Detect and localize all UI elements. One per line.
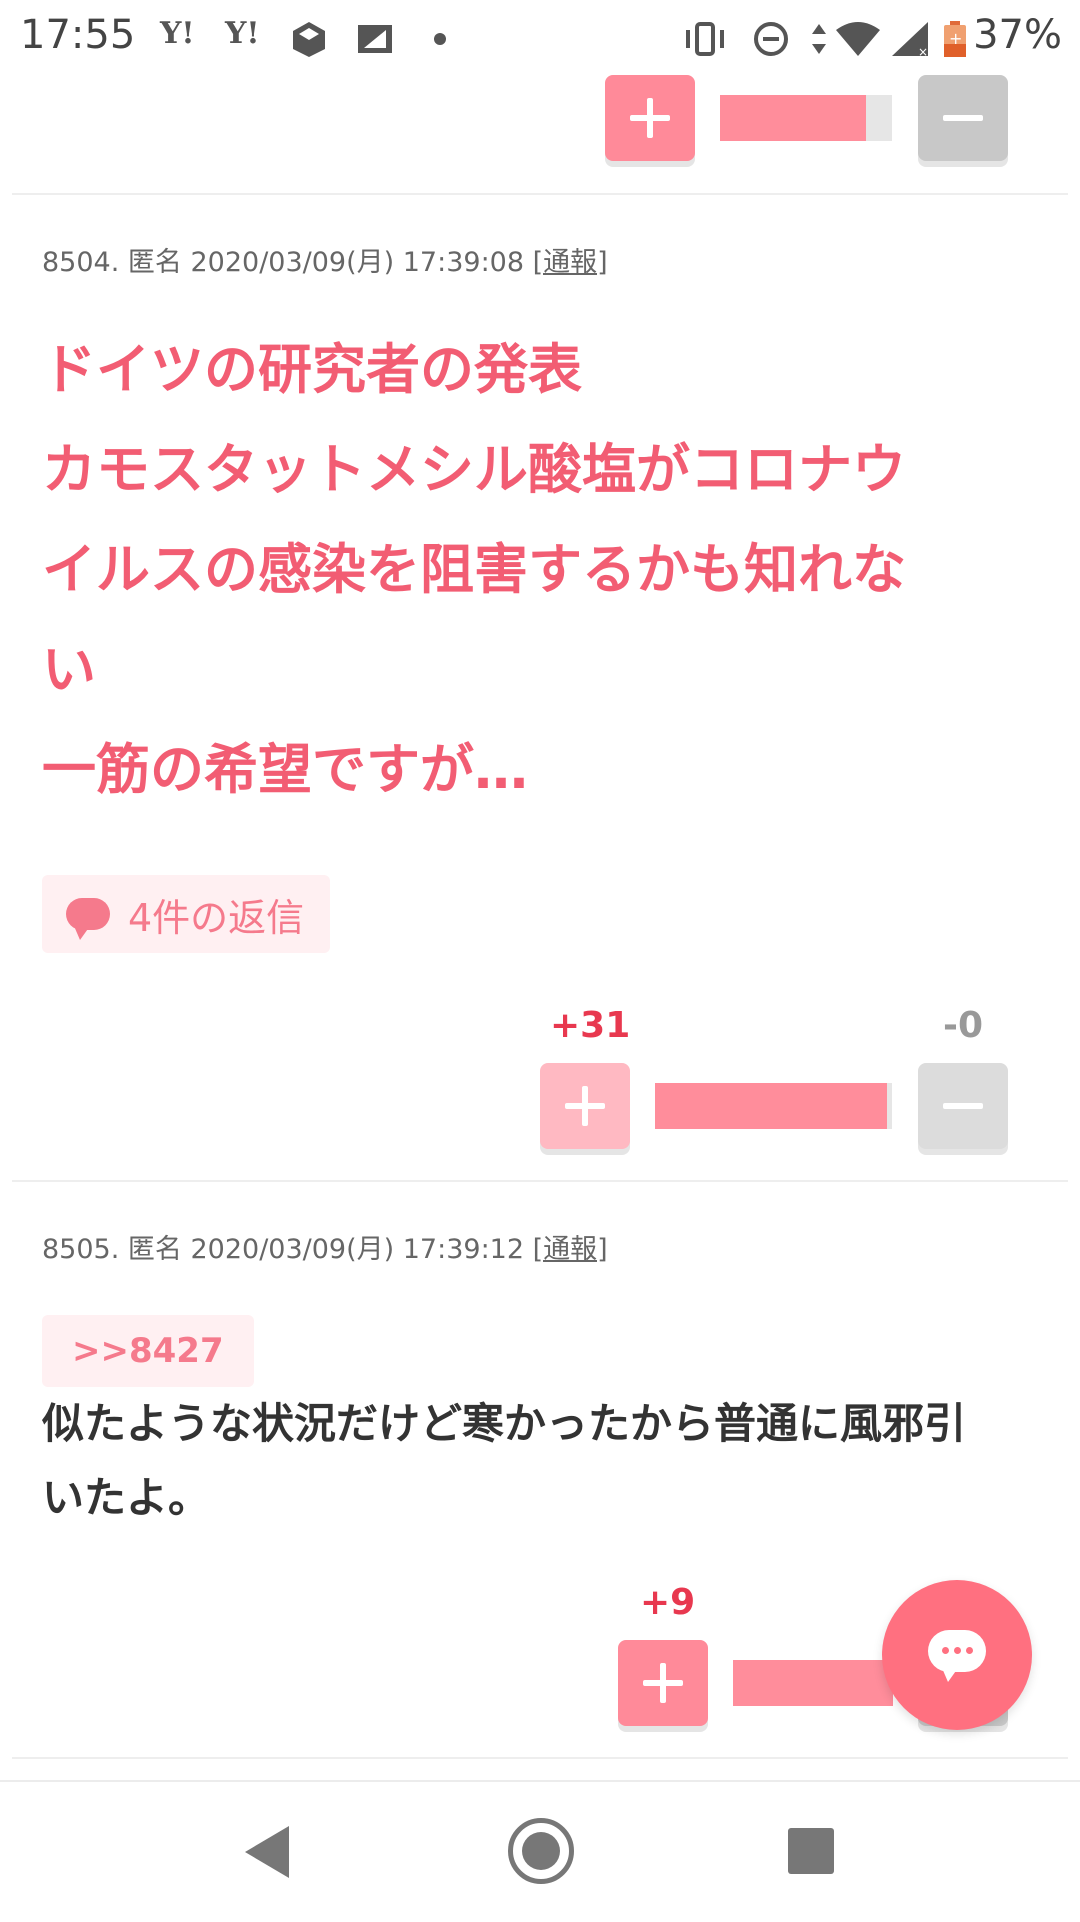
post-divider [12,1180,1068,1182]
report-link[interactable]: [通報] [533,1234,608,1265]
post-body: 似たような状況だけど寒かったから普通に風邪引 いたよ。 [42,1399,967,1522]
post-comment-fab[interactable] [882,1580,1032,1730]
minus-icon [943,115,983,121]
plus-vote-button[interactable] [540,1063,630,1149]
status-bar: 17:55 Y! Y! × + 37% [0,0,1080,75]
replies-button[interactable]: 4件の返信 [42,875,331,953]
post-divider [12,1757,1068,1759]
plus-vote-count: +31 [550,1005,631,1046]
post-meta: 8505. 匿名 2020/03/09(月) 17:39:12 [通報] [42,1227,608,1266]
cellular-signal-icon: × [892,22,928,58]
battery-icon: + [944,21,966,57]
wifi-icon [836,22,880,56]
minus-vote-button[interactable] [918,75,1008,161]
image-notification-icon [358,25,392,53]
vote-ratio-fill [720,95,867,141]
chat-dot [942,1647,949,1654]
vote-ratio-fill [733,1660,893,1706]
svg-text:+: + [949,29,962,48]
plus-icon-vertical [660,1663,666,1703]
plus-icon-vertical [647,98,653,138]
vote-ratio-bar [733,1660,893,1706]
home-icon[interactable] [508,1818,574,1884]
yahoo-notification-icon: Y! [160,16,195,51]
report-link[interactable]: [通報] [533,247,608,278]
replies-label: 4件の返信 [128,895,305,940]
post-datetime: 2020/03/09(月) 17:39:12 [190,1234,525,1265]
status-time: 17:55 [20,12,136,58]
post-datetime: 2020/03/09(月) 17:39:08 [190,247,525,278]
vote-ratio-fill [655,1083,888,1129]
post-divider [12,193,1068,195]
svg-text:×: × [918,45,928,58]
vote-ratio-bar [720,95,892,141]
minus-icon [943,1103,983,1109]
reply-anchor-link[interactable]: >>8427 [42,1315,254,1387]
comment-bubble-icon [66,898,110,940]
vote-ratio-bar [655,1083,892,1129]
plus-vote-count: +9 [640,1582,696,1623]
comment-list[interactable]: 8504. 匿名 2020/03/09(月) 17:39:08 [通報] ドイツ… [0,75,1080,1775]
recents-icon[interactable] [788,1828,834,1874]
post-number: 8504. [42,247,120,278]
chat-icon [928,1630,986,1682]
more-notifications-dot-icon [434,33,446,45]
back-icon[interactable] [245,1826,289,1878]
minus-vote-count: -0 [943,1005,983,1046]
battery-percentage: 37% [973,12,1062,58]
chat-dot [954,1647,961,1654]
vibrate-icon [686,22,724,56]
home-icon-inner [522,1832,560,1870]
chat-dot [966,1647,973,1654]
post-author: 匿名 [127,1234,182,1265]
yahoo-notification-icon-2: Y! [225,16,260,51]
post-meta: 8504. 匿名 2020/03/09(月) 17:39:08 [通報] [42,240,608,279]
plus-vote-button[interactable] [618,1640,708,1726]
data-transfer-icon [812,24,826,54]
do-not-disturb-icon [754,22,788,56]
minus-vote-button[interactable] [918,1063,1008,1149]
plus-icon-vertical [582,1086,588,1126]
system-navigation-bar [0,1780,1080,1922]
plus-vote-button[interactable] [605,75,695,161]
app-notification-icon [293,22,325,57]
post-body: ドイツの研究者の発表 カモスタットメシル酸塩がコロナウ イルスの感染を阻害するか… [42,338,906,801]
post-author: 匿名 [127,247,182,278]
post-number: 8505. [42,1234,120,1265]
